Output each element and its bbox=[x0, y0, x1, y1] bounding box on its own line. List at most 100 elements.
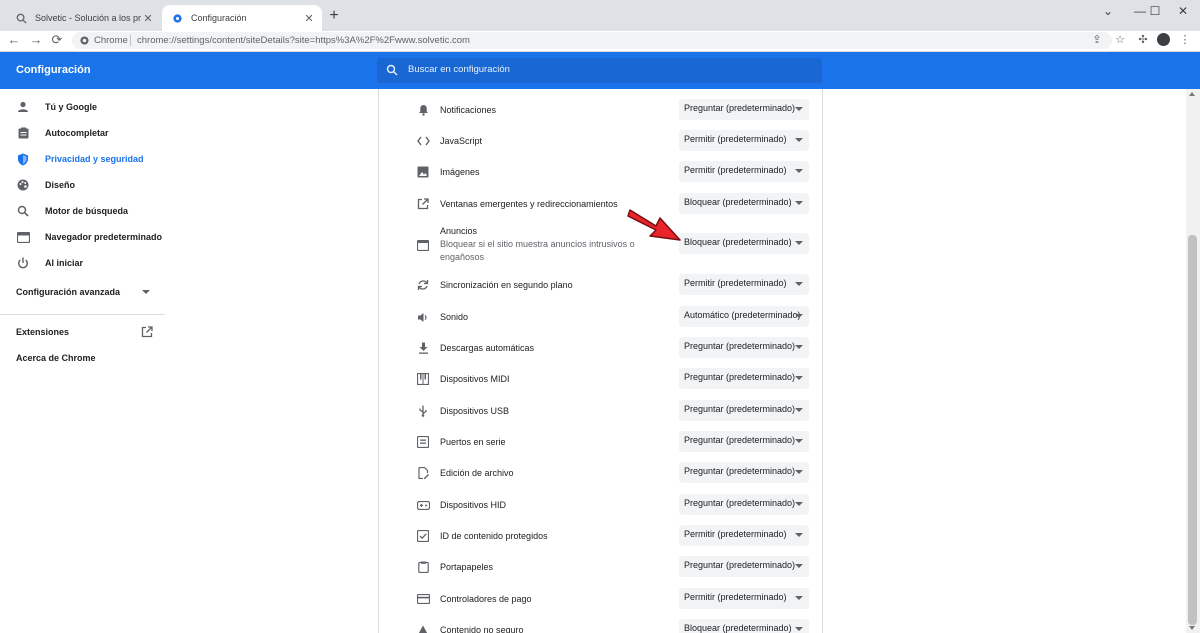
permission-select[interactable]: Automático (predeterminado) bbox=[679, 306, 809, 327]
clipboard-icon bbox=[416, 560, 430, 574]
extensions-puzzle-icon[interactable]: ✣ bbox=[1136, 33, 1150, 47]
scrollbar-thumb[interactable] bbox=[1188, 235, 1197, 625]
page-title: Configuración bbox=[16, 64, 91, 76]
permission-label: Portapapeles bbox=[440, 562, 494, 572]
chrome-icon[interactable] bbox=[80, 36, 89, 45]
permission-row-sound: Sonido Automático (predeterminado) bbox=[379, 305, 820, 329]
open-in-new-icon[interactable] bbox=[141, 326, 153, 338]
chevron-down-icon bbox=[795, 502, 803, 506]
permission-value: Preguntar (predeterminado) bbox=[684, 498, 796, 508]
chevron-down-icon bbox=[795, 138, 803, 142]
open-in-new-icon bbox=[416, 197, 430, 211]
permission-value: Preguntar (predeterminado) bbox=[684, 404, 796, 414]
bookmark-star-icon[interactable]: ☆ bbox=[1113, 33, 1127, 47]
permission-value: Preguntar (predeterminado) bbox=[684, 341, 796, 351]
image-icon bbox=[416, 165, 430, 179]
permission-value: Bloquear (predeterminado) bbox=[684, 623, 792, 633]
chevron-down-icon bbox=[795, 169, 803, 173]
permission-select[interactable]: Bloquear (predeterminado) bbox=[679, 619, 809, 633]
sidebar-item-on-startup[interactable]: Al iniciar bbox=[16, 254, 83, 272]
sidebar-item-design[interactable]: Diseño bbox=[16, 176, 75, 194]
permission-select[interactable]: Permitir (predeterminado) bbox=[679, 130, 809, 151]
permission-row-midi: Dispositivos MIDI Preguntar (predetermin… bbox=[379, 367, 820, 391]
permission-row-background-sync: Sincronización en segundo plano Permitir… bbox=[379, 273, 820, 297]
sidebar-item-about-chrome[interactable]: Acerca de Chrome bbox=[16, 353, 96, 363]
sidebar-item-label: Privacidad y seguridad bbox=[45, 154, 144, 164]
permission-select[interactable]: Bloquear (predeterminado) bbox=[679, 233, 809, 254]
sidebar-item-label: Diseño bbox=[45, 180, 76, 190]
permission-value: Preguntar (predeterminado) bbox=[684, 560, 796, 570]
chevron-down-icon[interactable] bbox=[142, 290, 150, 294]
browser-icon bbox=[16, 230, 30, 244]
permission-value: Preguntar (predeterminado) bbox=[684, 435, 796, 445]
permission-value: Preguntar (predeterminado) bbox=[684, 466, 796, 476]
sync-icon bbox=[416, 278, 430, 292]
sidebar-item-extensions[interactable]: Extensiones bbox=[16, 327, 69, 337]
url-text[interactable]: chrome://settings/content/siteDetails?si… bbox=[137, 33, 470, 48]
permission-row-protected-content: ID de contenido protegidos Permitir (pre… bbox=[379, 524, 820, 548]
permission-row-javascript: JavaScript Permitir (predeterminado) bbox=[379, 129, 820, 153]
permission-label: Anuncios bbox=[440, 226, 478, 236]
search-icon bbox=[16, 204, 30, 218]
maximize-button[interactable]: ☐ bbox=[1140, 2, 1170, 20]
permission-row-clipboard: Portapapeles Preguntar (predeterminado) bbox=[379, 555, 820, 579]
red-arrow-annotation bbox=[627, 209, 681, 241]
sidebar-item-privacy[interactable]: Privacidad y seguridad bbox=[16, 150, 144, 168]
permission-label: Sincronización en segundo plano bbox=[440, 280, 573, 290]
permission-label: Edición de archivo bbox=[440, 468, 514, 478]
permission-select[interactable]: Preguntar (predeterminado) bbox=[679, 99, 809, 120]
scroll-up-icon[interactable] bbox=[1189, 92, 1195, 96]
permission-label: Dispositivos MIDI bbox=[440, 374, 510, 384]
permission-select[interactable]: Bloquear (predeterminado) bbox=[679, 193, 809, 214]
chevron-down-icon bbox=[795, 470, 803, 474]
permission-select[interactable]: Permitir (predeterminado) bbox=[679, 274, 809, 295]
warning-icon bbox=[416, 623, 430, 633]
permission-select[interactable]: Preguntar (predeterminado) bbox=[679, 494, 809, 515]
permission-select[interactable]: Preguntar (predeterminado) bbox=[679, 400, 809, 421]
search-placeholder: Buscar en configuración bbox=[408, 64, 510, 75]
sidebar-item-default-browser[interactable]: Navegador predeterminado bbox=[16, 228, 162, 246]
sidebar-divider bbox=[0, 314, 165, 315]
permission-value: Permitir (predeterminado) bbox=[684, 592, 787, 602]
tab-configuracion[interactable]: Configuración ✕ bbox=[162, 5, 322, 31]
permission-row-notifications: Notificaciones Preguntar (predeterminado… bbox=[379, 98, 820, 122]
profile-avatar[interactable] bbox=[1157, 33, 1170, 46]
download-icon bbox=[416, 341, 430, 355]
tab-close-icon[interactable]: ✕ bbox=[141, 12, 155, 25]
permission-value: Permitir (predeterminado) bbox=[684, 529, 787, 539]
reload-button[interactable]: ⟳ bbox=[47, 31, 67, 49]
close-window-button[interactable]: ✕ bbox=[1168, 2, 1198, 20]
sidebar-item-search-engine[interactable]: Motor de búsqueda bbox=[16, 202, 128, 220]
chevron-down-icon[interactable]: ⌄ bbox=[1093, 2, 1123, 20]
url-separator bbox=[130, 35, 131, 46]
permission-row-popups: Ventanas emergentes y redireccionamiento… bbox=[379, 192, 820, 216]
permission-select[interactable]: Permitir (predeterminado) bbox=[679, 588, 809, 609]
sidebar-item-you-and-google[interactable]: Tú y Google bbox=[16, 98, 97, 116]
search-favicon-icon bbox=[16, 13, 27, 24]
forward-button[interactable]: → bbox=[26, 31, 46, 49]
chevron-down-icon bbox=[795, 596, 803, 600]
tab-solvetic[interactable]: Solvetic - Solución a los problem ✕ bbox=[6, 5, 161, 31]
permission-select[interactable]: Permitir (predeterminado) bbox=[679, 161, 809, 182]
permission-select[interactable]: Preguntar (predeterminado) bbox=[679, 462, 809, 483]
usb-icon bbox=[416, 404, 430, 418]
permission-select[interactable]: Permitir (predeterminado) bbox=[679, 525, 809, 546]
ads-window-icon bbox=[416, 238, 430, 252]
tab-close-icon[interactable]: ✕ bbox=[302, 12, 316, 25]
sidebar-advanced-toggle[interactable]: Configuración avanzada bbox=[16, 287, 120, 297]
more-menu-icon[interactable]: ⋮ bbox=[1178, 33, 1192, 47]
scroll-down-icon[interactable] bbox=[1189, 626, 1195, 630]
permission-select[interactable]: Preguntar (predeterminado) bbox=[679, 556, 809, 577]
permission-select[interactable]: Preguntar (predeterminado) bbox=[679, 368, 809, 389]
tab-title: Configuración bbox=[191, 13, 247, 23]
back-button[interactable]: ← bbox=[4, 31, 24, 49]
permission-select[interactable]: Preguntar (predeterminado) bbox=[679, 431, 809, 452]
new-tab-button[interactable]: + bbox=[326, 8, 342, 24]
sidebar-item-autofill[interactable]: Autocompletar bbox=[16, 124, 109, 142]
chevron-down-icon bbox=[795, 345, 803, 349]
chevron-down-icon bbox=[795, 533, 803, 537]
share-icon[interactable]: ⇪ bbox=[1090, 33, 1104, 47]
chevron-down-icon bbox=[795, 241, 803, 245]
permission-select[interactable]: Preguntar (predeterminado) bbox=[679, 337, 809, 358]
volume-icon bbox=[416, 310, 430, 324]
